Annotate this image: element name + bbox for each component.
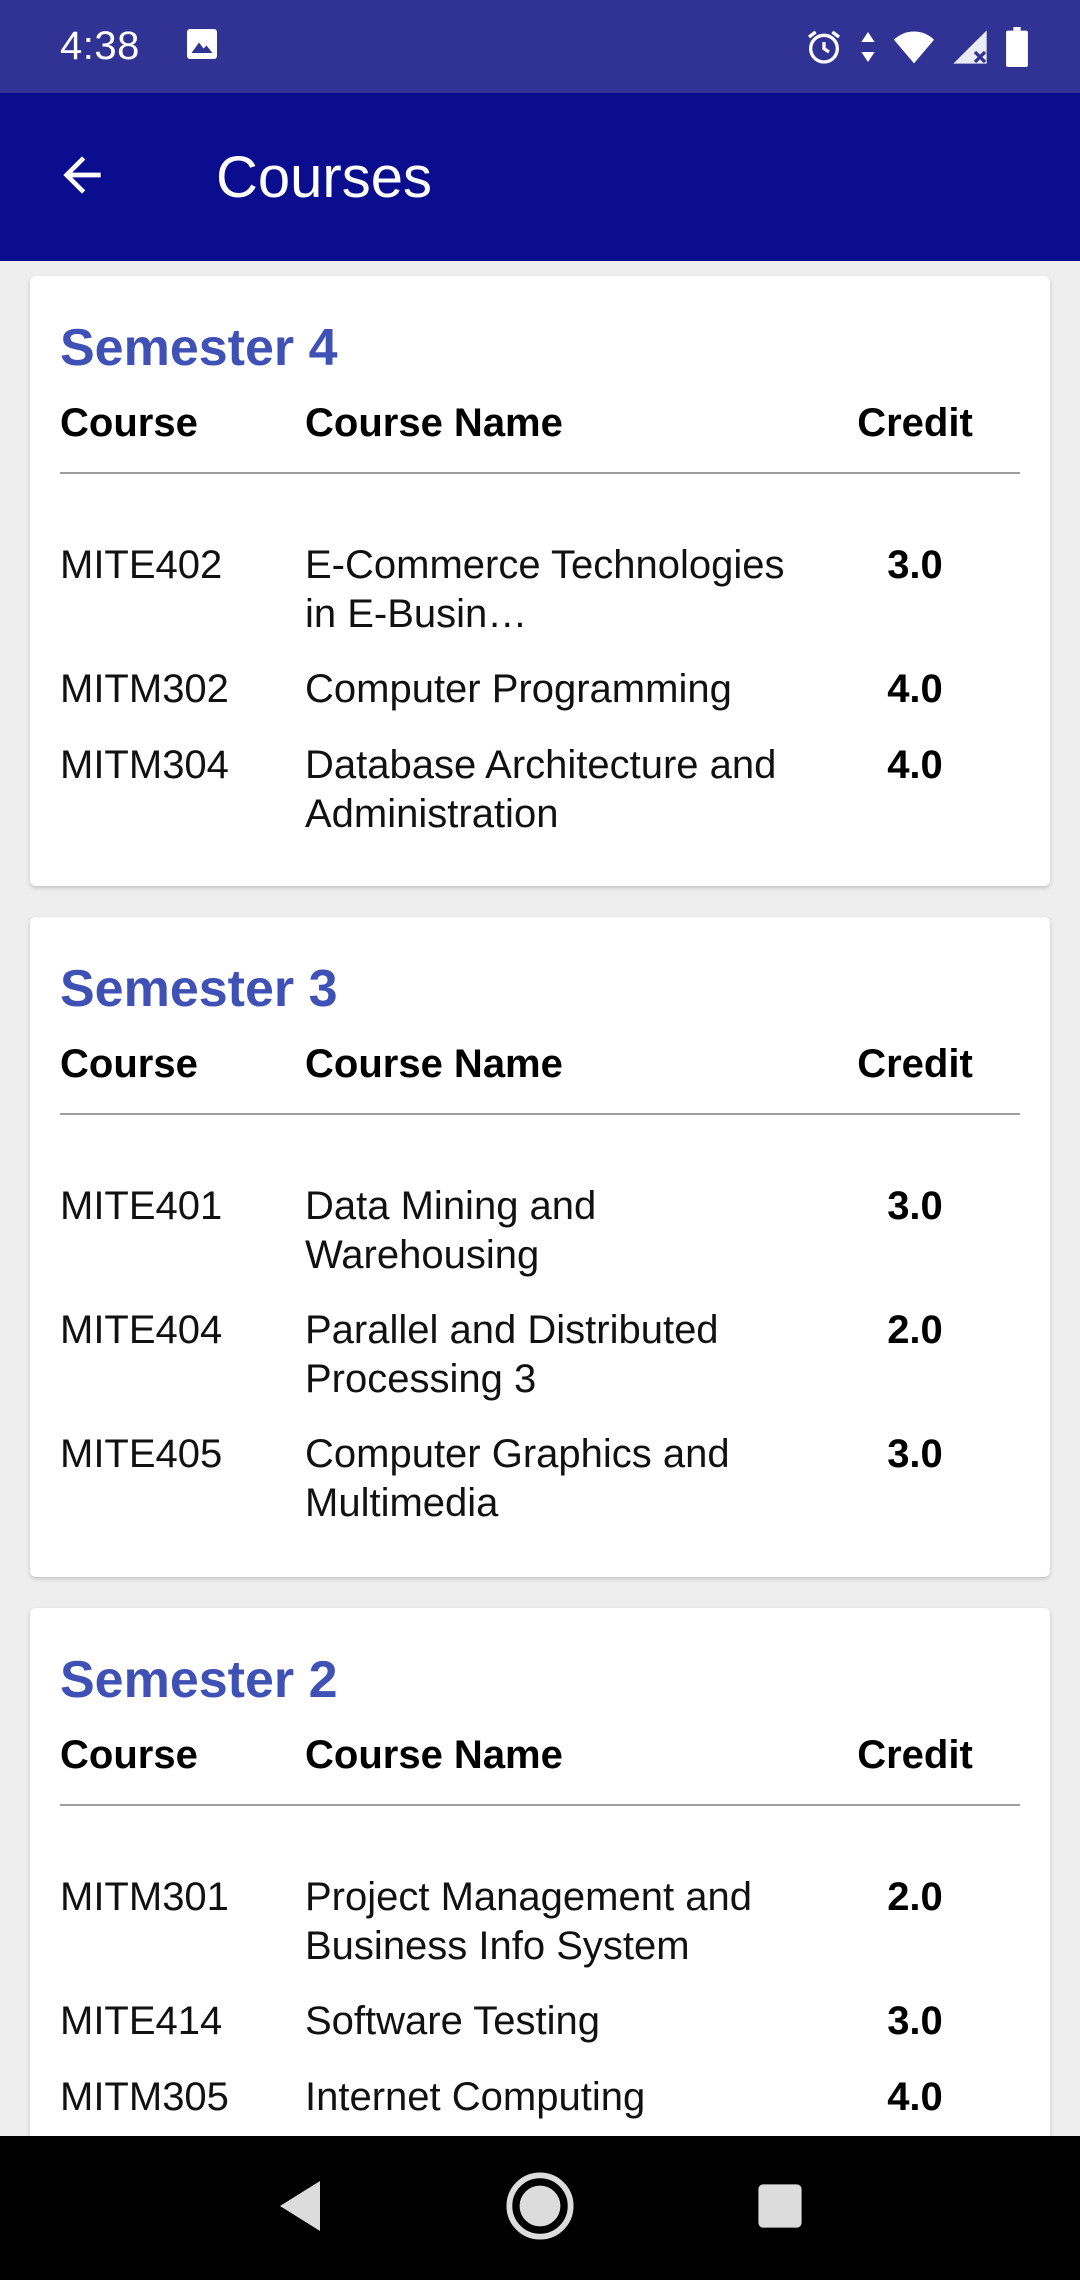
- course-credit: 4.0: [887, 667, 943, 711]
- course-code: MITE414: [60, 1999, 223, 2043]
- header-credit: Credit: [857, 1042, 973, 1086]
- course-credit: 2.0: [887, 1875, 943, 1919]
- page-title: Courses: [216, 144, 432, 210]
- table-header: Course Course Name Credit: [60, 401, 1020, 451]
- course-code: MITE401: [60, 1184, 223, 1228]
- course-name: Parallel and Distributed Processing 3: [305, 1308, 719, 1401]
- semester-title: Semester 4: [60, 319, 338, 377]
- course-credit: 3.0: [887, 1999, 943, 2043]
- semester-title: Semester 3: [60, 960, 338, 1018]
- header-course: Course: [60, 1733, 198, 1777]
- nav-recents-button[interactable]: [730, 2158, 830, 2258]
- header-credit: Credit: [857, 1733, 973, 1777]
- course-list[interactable]: Semester 4 Course Course Name Credit MIT…: [0, 261, 1080, 2136]
- header-course-name: Course Name: [305, 1042, 563, 1086]
- divider: [60, 472, 1020, 474]
- course-name: Computer Graphics and Multimedia: [305, 1432, 730, 1525]
- data-arrows-icon: [858, 27, 878, 67]
- course-name: E-Commerce Technologies in E-Busin…: [305, 543, 785, 636]
- course-code: MITM301: [60, 1875, 229, 1919]
- status-bar: 4:38: [0, 0, 1080, 93]
- course-name: Internet Computing: [305, 2075, 646, 2119]
- status-time: 4:38: [60, 24, 140, 68]
- course-name: Project Management and Business Info Sys…: [305, 1875, 752, 1968]
- course-code: MITE405: [60, 1432, 223, 1476]
- semester-card: Semester 3 Course Course Name Credit MIT…: [30, 917, 1050, 1577]
- signal-icon: [950, 27, 990, 67]
- divider: [60, 1804, 1020, 1806]
- arrow-back-icon: [54, 147, 110, 208]
- course-code: MITM302: [60, 667, 229, 711]
- battery-icon: [1004, 26, 1030, 67]
- image-icon: [184, 26, 220, 67]
- course-name: Software Testing: [305, 1999, 600, 2043]
- semester-card: Semester 2 Course Course Name Credit MIT…: [30, 1608, 1050, 2136]
- header-credit: Credit: [857, 401, 973, 445]
- header-course-name: Course Name: [305, 401, 563, 445]
- wifi-icon: [892, 27, 936, 67]
- system-nav-bar: [0, 2136, 1080, 2280]
- nav-home-icon: [505, 2171, 575, 2246]
- header-course: Course: [60, 401, 198, 445]
- course-credit: 2.0: [887, 1308, 943, 1352]
- course-credit: 4.0: [887, 743, 943, 787]
- nav-home-button[interactable]: [490, 2158, 590, 2258]
- course-name: Database Architecture and Administration: [305, 743, 777, 836]
- course-name: Computer Programming: [305, 667, 732, 711]
- divider: [60, 1113, 1020, 1115]
- course-credit: 4.0: [887, 2075, 943, 2119]
- nav-back-button[interactable]: [250, 2158, 350, 2258]
- course-credit: 3.0: [887, 1184, 943, 1228]
- course-name: Data Mining and Warehousing: [305, 1184, 597, 1277]
- course-code: MITM304: [60, 743, 229, 787]
- table-header: Course Course Name Credit: [60, 1733, 1020, 1783]
- table-header: Course Course Name Credit: [60, 1042, 1020, 1092]
- course-code: MITM305: [60, 2075, 229, 2119]
- semester-card: Semester 4 Course Course Name Credit MIT…: [30, 276, 1050, 886]
- header-course-name: Course Name: [305, 1733, 563, 1777]
- header-course: Course: [60, 1042, 198, 1086]
- course-code: MITE404: [60, 1308, 223, 1352]
- back-button[interactable]: [22, 117, 142, 237]
- semester-title: Semester 2: [60, 1651, 338, 1709]
- course-credit: 3.0: [887, 543, 943, 587]
- alarm-icon: [804, 27, 844, 67]
- course-code: MITE402: [60, 543, 223, 587]
- nav-recents-icon: [756, 2182, 804, 2235]
- course-credit: 3.0: [887, 1432, 943, 1476]
- nav-back-icon: [275, 2178, 325, 2239]
- app-bar: Courses: [0, 93, 1080, 261]
